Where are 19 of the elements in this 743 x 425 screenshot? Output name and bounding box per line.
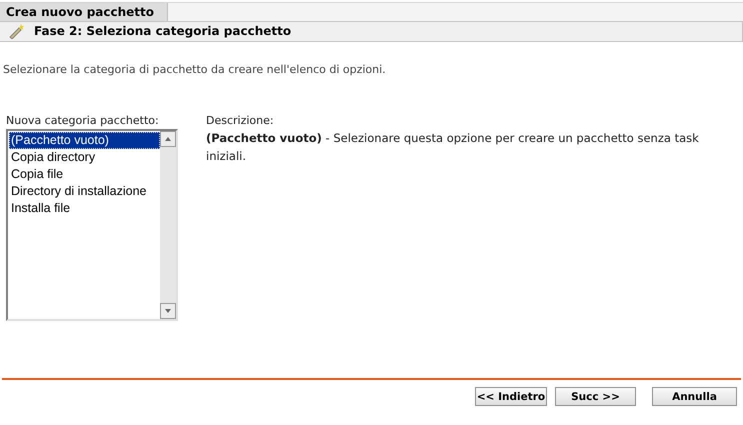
scrollbar[interactable] (160, 131, 176, 319)
description-text: (Pacchetto vuoto) - Selezionare questa opzione per creare un pacchetto senza task iniziali. (206, 130, 700, 165)
description-label: Descrizione: (206, 114, 275, 127)
list-item[interactable]: Directory di installazione (9, 183, 160, 200)
list-item[interactable]: Copia directory (9, 149, 160, 166)
wand-icon (8, 23, 26, 39)
instruction-text: Selezionare la categoria di pacchetto da creare nell'elenco di opzioni. (3, 63, 387, 76)
step-title: Fase 2: Seleziona categoria pacchetto (34, 24, 292, 38)
list-item[interactable]: (Pacchetto vuoto) (9, 132, 160, 149)
scroll-up-icon[interactable] (160, 131, 176, 147)
list-item[interactable]: Installa file (9, 200, 160, 217)
back-button[interactable]: << Indietro (475, 387, 547, 406)
cancel-button[interactable]: Annulla (652, 387, 737, 406)
next-button[interactable]: Succ >> (555, 387, 636, 406)
list-label: Nuova categoria pacchetto: (6, 114, 160, 127)
category-list[interactable]: (Pacchetto vuoto) Copia directory Copia file Directory di installazione Installa file (6, 129, 178, 321)
list-item[interactable]: Copia file (9, 166, 160, 183)
tab[interactable]: Crea nuovo pacchetto (0, 3, 168, 21)
scroll-down-icon[interactable] (160, 303, 176, 319)
